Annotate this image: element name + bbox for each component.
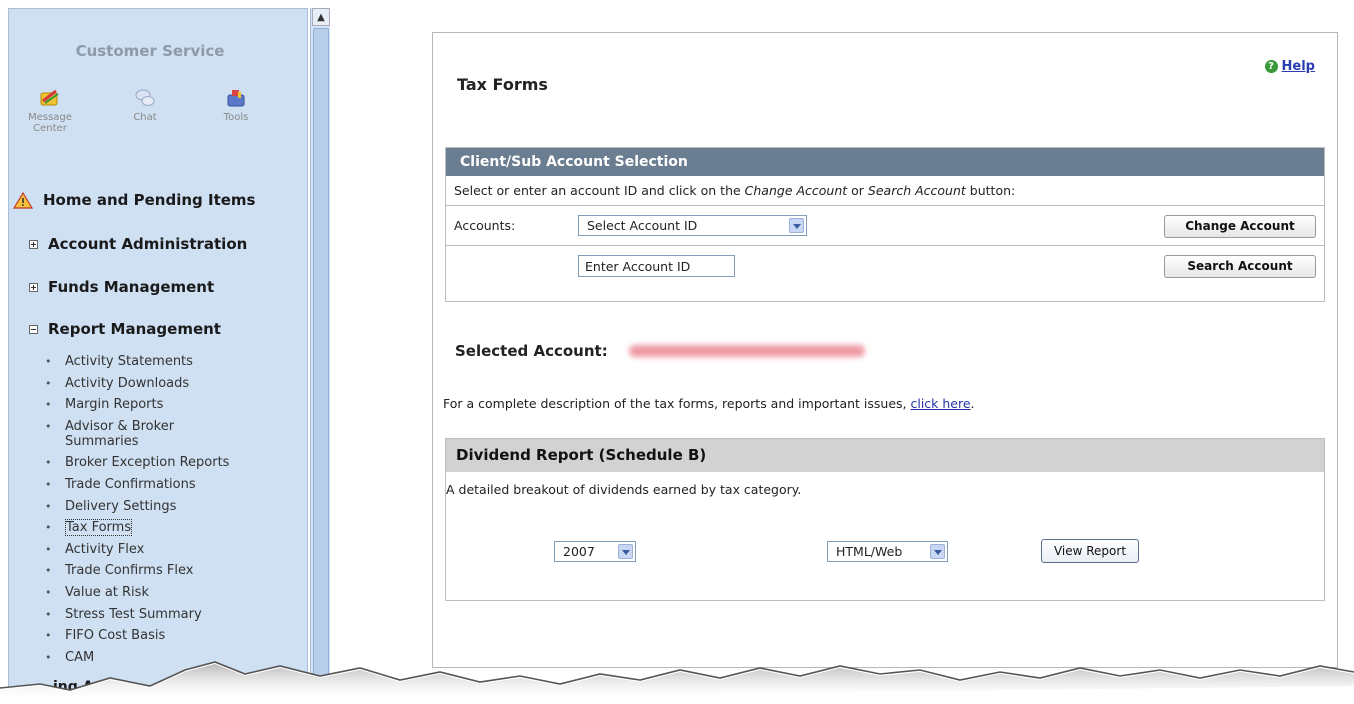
description-text: For a complete description of the tax fo… <box>443 396 911 411</box>
chevron-up-icon: ▲ <box>317 11 325 23</box>
nav-report-management-label: Report Management <box>48 320 221 338</box>
report-management-list: Activity Statements Activity Downloads M… <box>43 351 229 668</box>
description-end: . <box>970 396 975 411</box>
sidebar-item-delivery-settings[interactable]: Delivery Settings <box>43 496 229 518</box>
instruction-search: Search Account <box>867 183 966 198</box>
search-row: Search Account <box>446 246 1324 286</box>
sidebar-item-activity-flex[interactable]: Activity Flex <box>43 539 229 561</box>
help-label: Help <box>1281 59 1315 74</box>
sidebar-item-advisor-broker-summaries[interactable]: Advisor & BrokerSummaries <box>43 416 229 450</box>
chat-icon <box>135 89 155 106</box>
account-id-input[interactable] <box>578 255 735 277</box>
expand-icon <box>29 282 38 292</box>
selected-account-value-redacted <box>629 345 865 357</box>
click-here-link[interactable]: click here <box>910 396 970 411</box>
selected-account-label: Selected Account: <box>455 342 608 360</box>
help-link[interactable]: ? Help <box>1264 59 1315 74</box>
customer-service-title: Customer Service <box>75 42 225 60</box>
view-report-button[interactable]: View Report <box>1041 539 1139 563</box>
search-account-button[interactable]: Search Account <box>1164 255 1316 278</box>
tools-label: Tools <box>223 112 249 123</box>
chat-tool[interactable]: Chat <box>114 87 176 123</box>
nav-report-management[interactable]: Report Management <box>25 320 221 338</box>
sidebar-item-margin-reports[interactable]: Margin Reports <box>43 394 229 416</box>
sidebar-item-activity-statements[interactable]: Activity Statements <box>43 351 229 373</box>
dividend-report-section: Dividend Report (Schedule B) A detailed … <box>445 438 1325 601</box>
nav-funds-management[interactable]: Funds Management <box>25 278 214 296</box>
client-instruction: Select or enter an account ID and click … <box>446 176 1324 206</box>
scroll-up-button[interactable]: ▲ <box>312 8 330 26</box>
sidebar-item-broker-exception-reports[interactable]: Broker Exception Reports <box>43 452 229 474</box>
sidebar-item-stress-test-summary[interactable]: Stress Test Summary <box>43 604 229 626</box>
client-account-selection: Client/Sub Account Selection Select or e… <box>445 147 1325 302</box>
dividend-report-description: A detailed breakout of dividends earned … <box>446 482 802 497</box>
year-select-value: 2007 <box>563 544 595 559</box>
nav-home-pending[interactable]: Home and Pending Items <box>13 191 256 209</box>
sidebar-item-value-at-risk[interactable]: Value at Risk <box>43 582 229 604</box>
message-center-tool[interactable]: Message Center <box>19 87 81 134</box>
warning-icon <box>13 191 33 209</box>
change-account-button[interactable]: Change Account <box>1164 215 1316 238</box>
message-center-label: Message Center <box>28 112 72 134</box>
tools-icon <box>227 90 245 107</box>
help-icon: ? <box>1264 60 1278 73</box>
format-select-value: HTML/Web <box>836 544 903 559</box>
nav-account-administration[interactable]: Account Administration <box>25 235 247 253</box>
nav-home-pending-label: Home and Pending Items <box>43 191 256 209</box>
scroll-thumb[interactable] <box>313 28 329 688</box>
instruction-suffix: button: <box>965 183 1016 198</box>
accounts-label: Accounts: <box>454 218 516 233</box>
instruction-prefix: Select or enter an account ID and click … <box>454 183 745 198</box>
nav-account-administration-label: Account Administration <box>48 235 248 253</box>
sidebar-scrollbar[interactable]: ▲ <box>310 8 330 698</box>
page-title: Tax Forms <box>457 75 548 94</box>
message-center-icon <box>40 89 59 106</box>
accounts-row: Accounts: Select Account ID Change Accou… <box>446 206 1324 246</box>
account-id-select-value: Select Account ID <box>587 218 698 233</box>
tools-tool[interactable]: Tools <box>205 87 267 123</box>
tax-forms-description: For a complete description of the tax fo… <box>443 396 975 411</box>
torn-edge-decoration <box>0 661 1354 704</box>
collapse-icon <box>29 324 38 334</box>
chevron-down-icon <box>930 544 945 559</box>
client-section-header: Client/Sub Account Selection <box>446 148 1324 176</box>
sidebar-item-activity-downloads[interactable]: Activity Downloads <box>43 373 229 395</box>
chat-label: Chat <box>133 112 157 123</box>
year-select[interactable]: 2007 <box>554 541 636 562</box>
sidebar-item-trade-confirms-flex[interactable]: Trade Confirms Flex <box>43 560 229 582</box>
sidebar: Customer Service Message Center Chat Too… <box>8 8 308 698</box>
instruction-change: Change Account <box>744 183 848 198</box>
sidebar-item-tax-forms[interactable]: Tax Forms <box>43 517 229 539</box>
nav-funds-management-label: Funds Management <box>48 278 215 296</box>
main-panel: Tax Forms ? Help Client/Sub Account Sele… <box>432 32 1338 668</box>
sidebar-item-continuation: Summaries <box>65 434 139 450</box>
dividend-report-header: Dividend Report (Schedule B) <box>446 439 1324 472</box>
instruction-or: or <box>847 183 868 198</box>
chevron-down-icon <box>789 218 804 233</box>
sidebar-item-trade-confirmations[interactable]: Trade Confirmations <box>43 474 229 496</box>
chevron-down-icon <box>618 544 633 559</box>
format-select[interactable]: HTML/Web <box>827 541 948 562</box>
account-id-select[interactable]: Select Account ID <box>578 215 807 236</box>
expand-icon <box>29 239 38 249</box>
